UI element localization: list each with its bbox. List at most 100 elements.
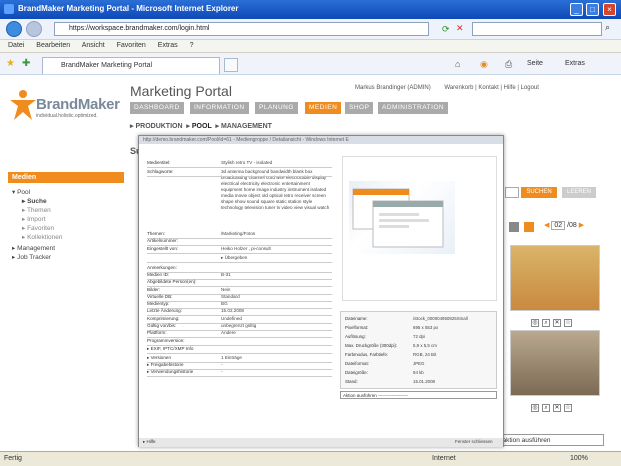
browser-tab[interactable]: BrandMaker Marketing Portal <box>42 57 220 74</box>
meta-label: Auflösung: <box>345 334 366 339</box>
field-value: Andere <box>221 330 236 335</box>
field-label[interactable]: ▸ Verwendungshistorie <box>147 369 193 375</box>
tree-suche[interactable]: ▸ Suche <box>22 197 47 205</box>
menu-ansicht[interactable]: Ansicht <box>82 42 105 49</box>
extras-menu[interactable]: Extras <box>565 60 585 67</box>
favorites-star-icon[interactable]: ★ <box>6 58 15 69</box>
tab-dashboard[interactable]: DASHBOARD <box>130 102 184 114</box>
rss-icon[interactable]: ◉ <box>480 59 488 70</box>
field-value: B-31 <box>221 272 231 277</box>
tree-kollektionen[interactable]: ▸ Kollektionen <box>22 233 63 241</box>
field-value: - <box>221 369 223 374</box>
popup-close-link[interactable]: Fenster schliessen <box>455 438 493 444</box>
back-button[interactable] <box>6 21 22 37</box>
field-label[interactable]: ▸ EXIF, IPTC/XMP Info <box>147 346 193 352</box>
zoom-level[interactable]: 100% <box>570 455 588 462</box>
maximize-button[interactable]: □ <box>586 3 599 16</box>
thumbnail-actions: ◎ ⌕ ✕ ☆ <box>531 404 572 412</box>
bulk-action-select[interactable]: melaktion ausführen <box>488 434 604 446</box>
info-icon[interactable]: ◎ <box>531 404 539 412</box>
tab-planung[interactable]: PLANUNG <box>255 102 298 114</box>
search-button[interactable]: SUCHEN <box>521 187 557 198</box>
page-current[interactable]: 02 <box>551 221 566 230</box>
zoom-icon[interactable]: ⌕ <box>542 319 550 327</box>
search-input[interactable] <box>472 22 602 36</box>
subnav-pool[interactable]: POOL <box>192 123 212 130</box>
user-name: Markus Brandinger (ADMIN) <box>355 85 431 91</box>
field-value: Heiko Holzer , pi-consult <box>221 246 271 251</box>
tab-information[interactable]: INFORMATION <box>190 102 249 114</box>
link-warenkorb[interactable]: Warenkorb <box>444 85 473 91</box>
delete-icon[interactable]: ✕ <box>553 319 561 327</box>
new-tab-button[interactable] <box>224 58 238 72</box>
search-field-stub[interactable] <box>505 187 519 198</box>
tab-shop[interactable]: SHOP <box>345 102 374 114</box>
info-icon[interactable]: ◎ <box>531 319 539 327</box>
brandmaker-logo: BrandMaker individual.holistic.optimized… <box>8 86 123 128</box>
tree-import[interactable]: ▸ Import <box>22 215 46 223</box>
window-title: BrandMaker Marketing Portal - Microsoft … <box>18 4 239 13</box>
next-page-icon[interactable]: ▶ <box>579 222 584 229</box>
tree-label: Suche <box>27 198 47 205</box>
action-select[interactable]: Aktion ausführen -------------------- <box>340 391 497 399</box>
tab-medien[interactable]: MEDIEN <box>305 102 342 114</box>
menu-help[interactable]: ? <box>190 42 194 49</box>
meta-label: Pixelformat: <box>345 325 369 330</box>
field-value: BG <box>221 301 228 306</box>
link-hilfe[interactable]: Hilfe <box>504 85 516 91</box>
tree-favoriten[interactable]: ▸ Favoriten <box>22 224 54 232</box>
prev-page-icon[interactable]: ◀ <box>544 222 549 229</box>
link-kontakt[interactable]: Kontakt <box>478 85 498 91</box>
thumbnail-child[interactable] <box>510 245 600 311</box>
popup-title: http://demo.brandmaker.com/Pool/id=61 - … <box>139 136 503 144</box>
field-label[interactable]: ▸ Versionen <box>147 355 171 361</box>
minimize-button[interactable]: _ <box>570 3 583 16</box>
menu-bar: Datei Bearbeiten Ansicht Favoriten Extra… <box>0 40 621 53</box>
forward-button[interactable] <box>26 21 42 37</box>
menu-datei[interactable]: Datei <box>8 42 24 49</box>
add-favorite-icon[interactable]: ✚ <box>22 58 30 69</box>
menu-extras[interactable]: Extras <box>158 42 178 49</box>
tab-administration[interactable]: ADMINISTRATION <box>378 102 449 114</box>
clear-button[interactable]: LEEREN <box>562 187 596 198</box>
preview-screens-icon <box>352 188 444 248</box>
stop-icon[interactable]: ✕ <box>456 23 464 34</box>
grid-view-icon[interactable] <box>509 222 519 232</box>
tree-job-tracker[interactable]: ▸ Job Tracker <box>12 253 51 261</box>
address-input[interactable]: https://workspace.brandmaker.com/login.h… <box>54 22 429 36</box>
tree-label: Themen <box>26 207 51 214</box>
meta-label: Max. Druckgröße (300dpi): <box>345 343 398 348</box>
thumbnail-girl[interactable] <box>510 330 600 396</box>
page-total: /08 <box>567 222 577 229</box>
tree-themen[interactable]: ▸ Themen <box>22 206 51 214</box>
menu-bearbeiten[interactable]: Bearbeiten <box>36 42 70 49</box>
status-text: Fertig <box>4 455 22 462</box>
zoom-icon[interactable]: ⌕ <box>542 404 550 412</box>
field-divider <box>147 353 332 354</box>
popup-help[interactable]: ▸ Hilfe <box>139 438 503 447</box>
search-icon[interactable]: ⌕ <box>605 22 610 33</box>
subnav-management[interactable]: MANAGEMENT <box>221 123 272 130</box>
field-value: Undefined <box>221 316 242 321</box>
field-divider <box>147 262 332 263</box>
refresh-icon[interactable]: ⟳ <box>442 24 450 35</box>
subnav-produktion[interactable]: PRODUKTION <box>135 123 182 130</box>
page-menu[interactable]: Seite <box>527 60 543 67</box>
field-label[interactable]: ▸ Freigabehistorie <box>147 362 184 368</box>
menu-favoriten[interactable]: Favoriten <box>117 42 146 49</box>
field-value: Standard <box>221 294 240 299</box>
field-value[interactable]: ▸ Übergeben <box>221 255 331 261</box>
field-value: Stylish retro TV - isolated <box>221 160 273 165</box>
favorite-icon[interactable]: ☆ <box>564 319 572 327</box>
favorite-icon[interactable]: ☆ <box>564 404 572 412</box>
link-logout[interactable]: Logout <box>521 85 539 91</box>
tree-pool[interactable]: ▾ Pool <box>12 188 30 196</box>
tree-management[interactable]: ▸ Management <box>12 244 55 252</box>
logo-tagline: individual.holistic.optimized. <box>36 113 98 119</box>
field-label: Schlagworte: <box>147 169 174 174</box>
close-button[interactable]: × <box>603 3 616 16</box>
list-view-icon[interactable] <box>524 222 534 232</box>
print-icon[interactable]: ⎙ <box>505 59 512 70</box>
home-icon[interactable]: ⌂ <box>455 59 460 69</box>
delete-icon[interactable]: ✕ <box>553 404 561 412</box>
